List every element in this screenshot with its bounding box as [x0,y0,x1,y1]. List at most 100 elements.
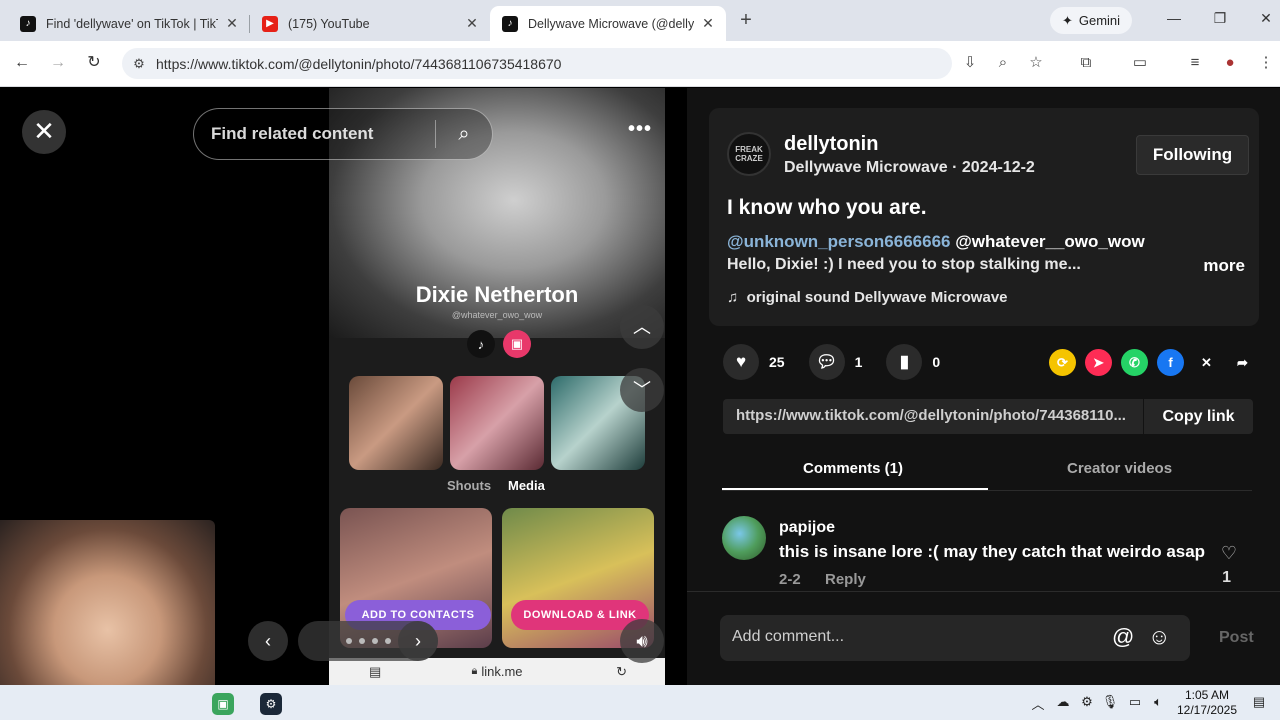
copy-link-button[interactable]: Copy link [1143,399,1253,434]
reload-icon[interactable]: ↻ [84,53,104,73]
find-related-search[interactable]: Find related content ⌕ [193,108,493,160]
tab-tiktok-search[interactable]: ♪ Find 'dellywave' on TikTok | TikT ✕ [8,6,250,41]
linkme-icon: ▣ [503,330,531,358]
post-description: Hello, Dixie! :) I need you to stop stal… [727,256,1081,273]
close-tab-icon[interactable]: ✕ [464,15,480,32]
previous-photo-button[interactable]: ‹ [248,621,288,661]
post-caption: I know who you are. [727,196,927,219]
taskbar: ▣ ⚙ ︿ ☁ ⚙ 🎙︎ ▭ 🔈︎ 1:05 AM 12/17/2025 ▤ [0,685,1280,720]
close-viewer-button[interactable]: ✕ [22,110,66,154]
search-tabs-icon[interactable]: ▭ [1130,53,1150,73]
comment-input[interactable]: Add comment... @ ☺ [720,615,1190,661]
post-username[interactable]: dellytonin [784,133,878,156]
media-control-icon[interactable]: ≡ [1185,53,1205,73]
avatar[interactable] [722,516,766,560]
comment-placeholder[interactable]: Add comment... [732,628,844,646]
tab-youtube[interactable]: ▶ (175) YouTube ✕ [250,6,490,41]
close-tab-icon[interactable]: ✕ [700,15,716,32]
tabs-icon: ▤ [369,663,382,679]
speaker-icon[interactable]: 🔈︎ [1149,694,1167,710]
mention-icon[interactable]: @ [1112,624,1134,650]
close-tab-icon[interactable]: ✕ [224,15,240,32]
tiktok-icon: ♪ [467,330,495,358]
whatsapp-icon[interactable]: ✆ [1121,349,1148,376]
chevron-up-icon[interactable]: ︿ [1029,694,1047,713]
share-url: https://www.tiktok.com/@dellytonin/photo… [736,407,1126,424]
forward-icon[interactable]: → [48,53,68,73]
emoji-icon[interactable]: ☺ [1148,624,1170,650]
clock-date: 12/17/2025 [1176,703,1238,717]
more-link[interactable]: more [1203,256,1245,276]
microphone-icon[interactable]: 🎙︎ [1101,694,1119,710]
comment-count: 1 [854,354,863,370]
volume-icon[interactable]: 🔊︎ [620,619,664,663]
tab-media: Media [508,478,545,493]
heart-icon: ♥ [723,344,759,380]
install-app-icon[interactable]: ⇩ [960,53,980,73]
menu-icon[interactable]: ⋮ [1256,53,1276,73]
post-info-card: FREAK CRAZE dellytonin Dellywave Microwav… [709,108,1259,326]
clock[interactable]: 1:05 AM 12/17/2025 [1172,688,1242,718]
url-text[interactable]: https://www.tiktok.com/@dellytonin/photo… [156,56,561,72]
youtube-icon: ▶ [262,15,278,32]
tab-dellywave[interactable]: ♪ Dellywave Microwave (@dellyto ✕ [490,6,726,41]
repost-icon[interactable]: ⟳ [1049,349,1076,376]
profile-name: Dixie Netherton [415,282,579,307]
notifications-icon[interactable]: ▤ [1250,694,1268,710]
comment-button[interactable]: 💬︎ 1 [808,344,863,380]
tab-creator-videos[interactable]: Creator videos [1067,460,1172,477]
search-icon[interactable]: ⌕ [436,123,492,146]
zoom-icon[interactable]: ⌕ [993,53,1013,73]
clock-time: 1:05 AM [1184,688,1230,702]
comment-like-icon[interactable]: ♡ [1221,543,1237,564]
chevron-up-icon[interactable]: ︿ [620,305,664,349]
minimize-icon[interactable]: — [1164,10,1184,26]
search-input[interactable]: Find related content [211,124,435,144]
next-photo-button[interactable]: › [398,621,438,661]
profile-avatar-icon[interactable]: ● [1220,53,1240,73]
avatar[interactable]: FREAK CRAZE [727,132,771,176]
post-mentions: @unknown_person6666666 @whatever__owo_wo… [727,232,1145,252]
tab-title: Dellywave Microwave (@dellyto [528,16,694,31]
like-button[interactable]: ♥ 25 [723,344,785,380]
steam-icon[interactable]: ⚙ [260,693,282,715]
reply-button[interactable]: Reply [825,571,866,588]
more-options-icon[interactable]: ••• [628,118,652,141]
chevron-down-icon[interactable]: ﹀ [620,368,664,412]
window-close-icon[interactable]: ✕ [1256,10,1276,27]
facebook-icon[interactable]: f [1157,349,1184,376]
share-arrow-icon[interactable]: ➦ [1229,349,1256,376]
comment-like-count: 1 [1222,569,1231,586]
comment-item: papijoe this is insane lore :( may they … [722,516,1252,588]
media-thumbnail [349,376,443,470]
app-icon[interactable]: ▣ [212,693,234,715]
comment-username[interactable]: papijoe [779,519,835,537]
music-note-icon: ♫ [727,289,739,306]
mention-link[interactable]: @whatever__owo_wow [955,232,1144,251]
x-icon[interactable]: ✕ [1193,349,1220,376]
network-icon[interactable]: ▭ [1126,694,1144,710]
restore-icon[interactable]: ❐ [1210,10,1230,27]
gemini-icon: ✦ [1061,12,1073,28]
media-thumbnail [450,376,544,470]
bookmark-star-icon[interactable]: ☆ [1026,53,1046,73]
extensions-icon[interactable]: ⧉ [1076,53,1096,73]
tray-app-icon[interactable]: ⚙ [1078,694,1096,710]
address-bar[interactable]: ⚙ https://www.tiktok.com/@dellytonin/pho… [122,48,952,79]
tiktok-icon: ♪ [20,15,36,32]
gemini-button[interactable]: ✦ Gemini [1050,7,1132,34]
sound-link[interactable]: ♫ original sound Dellywave Microwave [727,289,1008,306]
tab-comments[interactable]: Comments (1) [803,460,903,477]
back-icon[interactable]: ← [12,53,32,73]
sound-name: original sound Dellywave Microwave [746,289,1008,306]
onedrive-icon[interactable]: ☁ [1054,694,1072,710]
mention-link[interactable]: @unknown_person6666666 [727,232,951,251]
share-icons: ⟳ ➤ ✆ f ✕ ➦ [1049,349,1256,376]
following-button[interactable]: Following [1136,135,1249,175]
site-info-icon[interactable]: ⚙ [122,56,156,72]
send-icon[interactable]: ➤ [1085,349,1112,376]
post-comment-button[interactable]: Post [1219,629,1254,647]
save-button[interactable]: ▮ 0 [886,344,940,380]
like-count: 25 [769,354,785,370]
new-tab-button[interactable]: + [735,10,757,32]
